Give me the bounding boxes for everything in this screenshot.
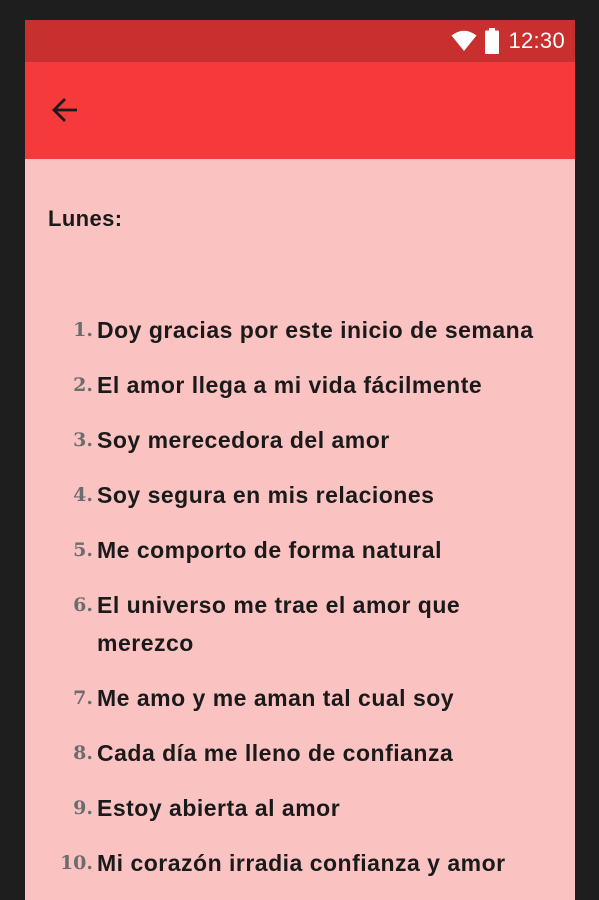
item-text: Me amo y me aman tal cual soy xyxy=(97,685,455,711)
list-item: 2. El amor llega a mi vida fácilmente xyxy=(25,366,575,404)
list-item: 3. Soy merecedora del amor xyxy=(25,421,575,459)
item-number: 8. xyxy=(73,742,93,764)
item-text: Doy gracias por este inicio de semana xyxy=(97,317,534,343)
app-screen: 12:30 Lunes: 1. Doy gracias por este inic… xyxy=(25,20,575,900)
day-heading: Lunes: xyxy=(48,206,123,231)
item-number: 10. xyxy=(59,852,93,874)
item-text: Soy segura en mis relaciones xyxy=(97,482,435,508)
list-item: 4. Soy segura en mis relaciones xyxy=(25,476,575,514)
back-button[interactable] xyxy=(45,92,85,132)
item-text: Me comporto de forma natural xyxy=(97,537,442,563)
status-bar: 12:30 xyxy=(25,20,575,62)
item-number: 5. xyxy=(73,539,93,561)
item-number: 7. xyxy=(73,687,93,709)
list-item: 1. Doy gracias por este inicio de semana xyxy=(25,311,575,349)
item-text: El universo me trae el amor que merezco xyxy=(97,592,461,656)
list-item: 9. Estoy abierta al amor xyxy=(25,789,575,827)
list-item: 5. Me comporto de forma natural xyxy=(25,531,575,569)
content-area: Lunes: 1. Doy gracias por este inicio de … xyxy=(25,159,575,900)
item-number: 4. xyxy=(73,484,93,506)
item-number: 1. xyxy=(73,319,93,341)
item-number: 9. xyxy=(73,797,93,819)
status-icons: 12:30 xyxy=(451,20,565,62)
wifi-icon xyxy=(451,30,477,52)
list-item: 10. Mi corazón irradia confianza y amor xyxy=(25,844,575,882)
item-number: 6. xyxy=(73,594,93,616)
item-text: Soy merecedora del amor xyxy=(97,427,390,453)
item-text: Estoy abierta al amor xyxy=(97,795,341,821)
app-bar xyxy=(25,62,575,159)
phone-frame: 12:30 Lunes: 1. Doy gracias por este inic… xyxy=(0,0,599,900)
item-number: 2. xyxy=(73,374,93,396)
battery-icon xyxy=(485,28,500,54)
list-item: 7. Me amo y me aman tal cual soy xyxy=(25,679,575,717)
affirmation-list: 1. Doy gracias por este inicio de semana 2… xyxy=(25,311,575,899)
item-number: 3. xyxy=(73,429,93,451)
item-text: Mi corazón irradia confianza y amor xyxy=(97,850,506,876)
list-item: 8. Cada día me lleno de confianza xyxy=(25,734,575,772)
item-text: Cada día me lleno de confianza xyxy=(97,740,454,766)
list-item: 6. El universo me trae el amor que merezc… xyxy=(25,586,575,662)
arrow-back-icon xyxy=(51,96,79,129)
status-time: 12:30 xyxy=(508,28,565,53)
item-text: El amor llega a mi vida fácilmente xyxy=(97,372,483,398)
